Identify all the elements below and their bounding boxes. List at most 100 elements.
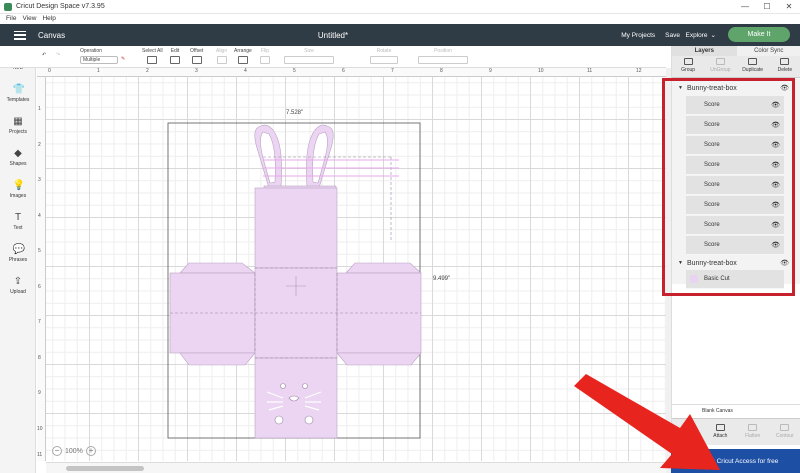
width-dimension: 7.528" — [286, 110, 304, 116]
undo-icon[interactable]: ↶ — [42, 52, 46, 58]
eye-icon[interactable]: 👁 — [780, 259, 789, 267]
caret-down-icon[interactable]: ▼ — [678, 85, 683, 91]
layers-panel: Layers Color Sync Group UnGroup Duplicat… — [671, 46, 800, 473]
operation-control: Operation Multiple — [80, 48, 118, 64]
caret-down-icon[interactable]: ▼ — [678, 260, 683, 266]
layers-list: ▼ Bunny-treat-box 👁 Score 👁 Score 👁 Score 👁… — [672, 79, 800, 289]
sidebar-item-text[interactable]: T Text — [0, 212, 36, 231]
left-sidebar: + New 👕 Templates ▦ Projects ◆ Shapes 💡 … — [0, 46, 36, 473]
layer-group-row[interactable]: ▼ Bunny-treat-box 👁 — [672, 257, 800, 269]
app-header: Canvas Untitled* My Projects Save Explor… — [0, 24, 800, 46]
tab-color-sync[interactable]: Color Sync — [737, 46, 800, 56]
zoom-control: − 100% + — [52, 446, 96, 456]
ruler-left: 1 2 3 4 5 6 7 8 9 10 11 — [37, 77, 46, 461]
bulb-icon: 💡 — [12, 180, 25, 191]
blank-canvas-row[interactable]: Blank Canvas — [672, 404, 800, 416]
color-swatch[interactable] — [690, 275, 698, 283]
eye-icon[interactable]: 👁 — [771, 201, 780, 209]
save-link[interactable]: Save — [665, 32, 680, 39]
layer-row[interactable]: Score 👁 — [686, 156, 784, 175]
scroll-thumb[interactable] — [66, 466, 144, 471]
menu-view[interactable]: View — [22, 14, 36, 24]
menu-help[interactable]: Help — [42, 14, 55, 24]
cricut-access-banner[interactable]: a Try Cricut Access for free — [671, 449, 800, 473]
layer-row[interactable]: Score 👁 — [686, 236, 784, 255]
sidebar-item-phrases[interactable]: 💬 Phrases — [0, 244, 36, 263]
speech-bubble-icon: 💬 — [12, 244, 25, 255]
cta-label: Try Cricut Access for free — [705, 457, 779, 465]
trash-icon — [780, 58, 790, 65]
group-name: Bunny-treat-box — [686, 84, 737, 92]
design-canvas[interactable]: 7.528" 9.499" — [37, 68, 666, 461]
ungroup-icon — [715, 58, 725, 65]
sidebar-item-shapes[interactable]: ◆ Shapes — [0, 148, 36, 167]
delete-button[interactable]: Delete — [769, 56, 800, 77]
sidebar-item-images[interactable]: 💡 Images — [0, 180, 36, 199]
zoom-out-button[interactable]: − — [52, 446, 62, 456]
position-control: Position — [418, 48, 468, 66]
operation-select[interactable]: Multiple — [80, 56, 118, 64]
explore-label: Explore — [685, 31, 708, 39]
sidebar-item-label: Phrases — [8, 257, 28, 263]
eye-icon[interactable]: 👁 — [771, 121, 780, 129]
sidebar-item-templates[interactable]: 👕 Templates — [0, 84, 36, 103]
sidebar-item-upload[interactable]: ⇪ Upload — [0, 276, 36, 295]
eye-icon[interactable]: 👁 — [771, 181, 780, 189]
close-button[interactable]: ✕ — [778, 0, 800, 14]
grid-icon: ▦ — [13, 116, 23, 127]
eye-icon[interactable]: 👁 — [771, 101, 780, 109]
layer-row[interactable]: Score 👁 — [686, 216, 784, 235]
layer-group-row[interactable]: ▼ Bunny-treat-box 👁 — [672, 82, 800, 94]
sidebar-item-projects[interactable]: ▦ Projects — [0, 116, 36, 135]
pen-icon[interactable]: ✎ — [121, 56, 125, 62]
header-links: My Projects Save — [621, 32, 680, 39]
menu-file[interactable]: File — [6, 14, 16, 24]
menubar: File View Help — [0, 14, 800, 24]
window-title: Cricut Design Space v7.3.95 — [16, 3, 105, 10]
align-button: Align — [216, 48, 227, 66]
eye-icon[interactable]: 👁 — [771, 141, 780, 149]
eye-icon[interactable]: 👁 — [780, 84, 789, 92]
arrange-button[interactable]: Arrange — [234, 48, 252, 66]
contour-button: Contour — [769, 419, 800, 445]
app-icon — [4, 2, 12, 11]
offset-score-preview — [263, 159, 399, 177]
minimize-button[interactable]: — — [734, 0, 756, 14]
contour-icon — [780, 424, 790, 431]
shapes-icon: ◆ — [14, 148, 22, 159]
select-all-button[interactable]: Select All — [142, 48, 163, 66]
edit-button[interactable]: Edit — [170, 48, 180, 66]
layer-row[interactable]: Score 👁 — [686, 96, 784, 115]
sidebar-item-label: Templates — [6, 97, 30, 103]
make-it-button[interactable]: Make It — [728, 27, 790, 42]
ruler-top: 0 1 2 3 4 5 6 7 8 9 10 11 12 — [37, 68, 666, 77]
eye-icon[interactable]: 👁 — [771, 221, 780, 229]
layer-row[interactable]: Score 👁 — [686, 136, 784, 155]
text-icon: T — [14, 212, 22, 223]
zoom-in-button[interactable]: + — [85, 446, 96, 456]
redo-icon: ↷ — [56, 52, 61, 58]
position-fields — [418, 56, 468, 64]
my-projects-link[interactable]: My Projects — [621, 32, 655, 39]
attach-button[interactable]: Attach — [704, 419, 736, 445]
group-button[interactable]: Group — [672, 56, 704, 77]
layer-row[interactable]: Score 👁 — [686, 176, 784, 195]
layer-row[interactable]: Basic Cut — [686, 270, 784, 289]
flatten-button: Flatten — [737, 419, 769, 445]
tab-layers[interactable]: Layers — [672, 46, 737, 56]
group-name: Bunny-treat-box — [686, 259, 737, 267]
duplicate-button[interactable]: Duplicate — [737, 56, 769, 77]
explore-dropdown[interactable]: Explore ⌄ — [685, 31, 717, 40]
eye-icon[interactable]: 👁 — [771, 241, 780, 249]
offset-button[interactable]: Offset — [190, 48, 203, 66]
layer-row[interactable]: Score 👁 — [686, 196, 784, 215]
maximize-button[interactable]: ☐ — [756, 0, 778, 14]
eye-icon[interactable]: 👁 — [771, 161, 780, 169]
layer-row[interactable]: Score 👁 — [686, 116, 784, 135]
sidebar-item-label: Shapes — [9, 161, 27, 167]
scissors-icon — [170, 56, 180, 64]
horizontal-scrollbar[interactable] — [46, 462, 666, 473]
sidebar-item-label: Upload — [10, 289, 26, 295]
flatten-icon — [748, 424, 758, 431]
align-icon — [216, 56, 227, 64]
